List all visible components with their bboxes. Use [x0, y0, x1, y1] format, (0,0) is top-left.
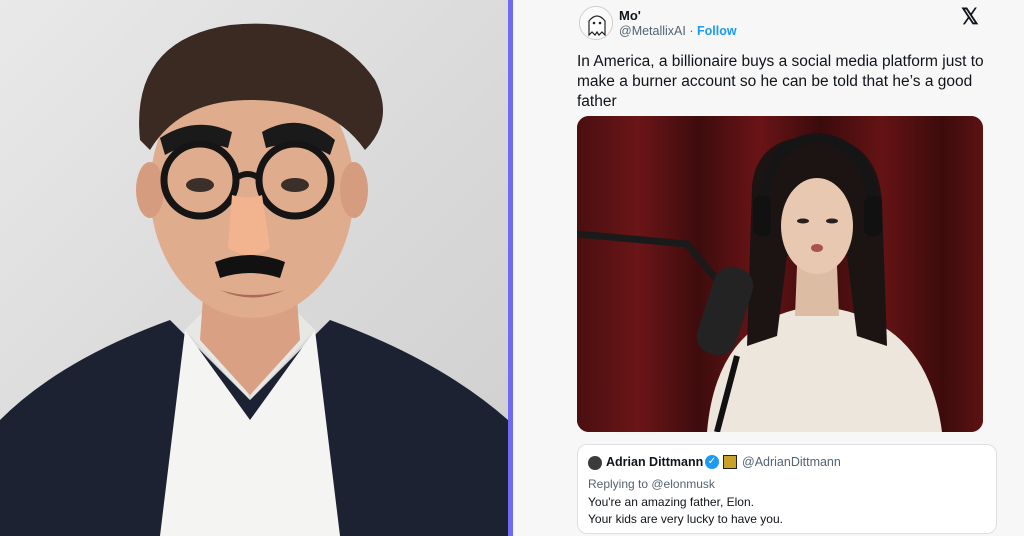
- quoted-text-line-1: You're an amazing father, Elon.: [588, 495, 754, 509]
- tweet-header: Mo' @MetallixAI · Follow 𝕏: [579, 6, 1009, 46]
- quoted-author-avatar[interactable]: [588, 456, 602, 470]
- handle-separator: ·: [685, 24, 697, 38]
- author-display-name[interactable]: Mo': [619, 8, 641, 23]
- replying-to-handle[interactable]: @elonmusk: [651, 477, 715, 491]
- quoted-tweet-card[interactable]: Adrian Dittmann ✓ @AdrianDittmann Replyi…: [577, 444, 997, 534]
- author-avatar[interactable]: [579, 6, 613, 40]
- tweet-media-image[interactable]: [577, 116, 983, 432]
- affiliate-badge-icon: [723, 455, 737, 469]
- author-handle[interactable]: @MetallixAI: [619, 24, 686, 38]
- man-with-novelty-glasses-photo: [0, 23, 508, 536]
- quoted-author-handle[interactable]: @AdrianDittmann: [742, 455, 841, 469]
- replying-to-line: Replying to @elonmusk: [588, 477, 715, 491]
- tweet-panel: Mo' @MetallixAI · Follow 𝕏 In America, a…: [513, 0, 1024, 536]
- ghost-avatar-icon: [580, 7, 612, 39]
- replying-prefix: Replying to: [588, 477, 652, 491]
- left-photo-panel: [0, 0, 508, 536]
- quoted-text-line-2: Your kids are very lucky to have you.: [588, 512, 783, 526]
- author-handle-line: @MetallixAI · Follow: [619, 24, 737, 38]
- podcast-guest-photo: [577, 116, 983, 432]
- tweet-text: In America, a billionaire buys a social …: [577, 53, 984, 110]
- x-logo-icon[interactable]: 𝕏: [961, 6, 983, 28]
- follow-button[interactable]: Follow: [697, 24, 737, 38]
- quoted-author-name[interactable]: Adrian Dittmann: [606, 455, 703, 469]
- verified-check-icon: ✓: [705, 455, 719, 469]
